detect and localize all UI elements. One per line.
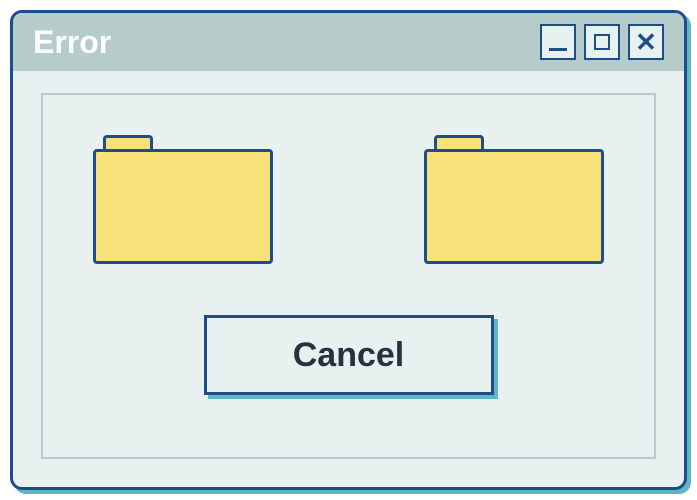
folder-row <box>43 95 654 265</box>
close-button[interactable]: ✕ <box>628 24 664 60</box>
close-icon: ✕ <box>635 29 657 55</box>
window-controls: ✕ <box>540 24 664 60</box>
folder-body <box>93 149 273 264</box>
button-area: Cancel <box>43 315 654 395</box>
error-dialog-window: Error ✕ Cancel <box>10 10 687 490</box>
folder-body <box>424 149 604 264</box>
dialog-content: Cancel <box>41 93 656 459</box>
maximize-button[interactable] <box>584 24 620 60</box>
cancel-button[interactable]: Cancel <box>204 315 494 395</box>
minimize-icon <box>549 48 567 51</box>
window-title: Error <box>33 24 111 61</box>
maximize-icon <box>594 34 610 50</box>
titlebar: Error ✕ <box>13 13 684 71</box>
folder-icon-right <box>424 135 604 265</box>
minimize-button[interactable] <box>540 24 576 60</box>
folder-icon-left <box>93 135 273 265</box>
